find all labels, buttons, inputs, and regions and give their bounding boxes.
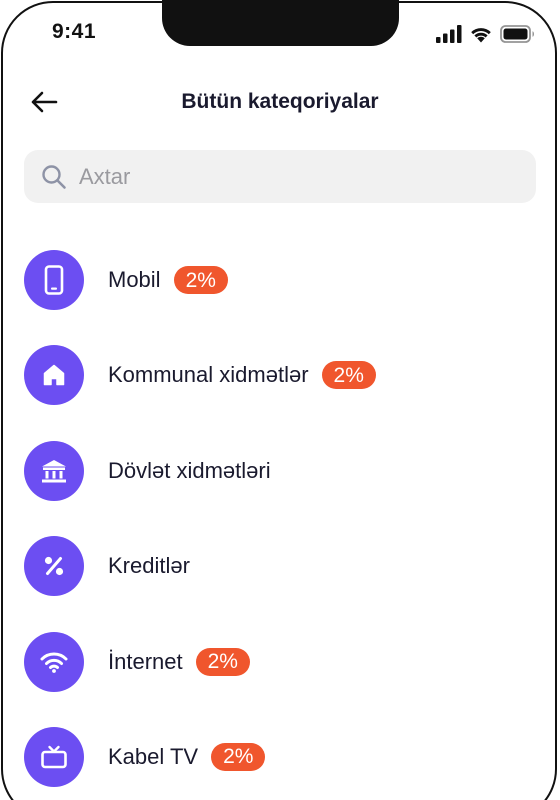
category-item-mobile[interactable]: Mobil 2%: [0, 250, 560, 345]
category-item-loans[interactable]: Kreditlər: [0, 536, 560, 631]
battery-icon: [500, 25, 534, 43]
category-label: Kommunal xidmətlər: [108, 362, 309, 388]
search-bar[interactable]: [24, 150, 536, 203]
category-list: Mobil 2% Kommunal xidmətlər 2% Dövlət xi…: [0, 250, 560, 800]
house-icon: [24, 345, 84, 406]
category-item-internet[interactable]: İnternet 2%: [0, 631, 560, 727]
search-icon: [41, 164, 67, 190]
status-time: 9:41: [52, 20, 97, 43]
cashback-badge: 2%: [321, 361, 376, 390]
wifi-status-icon: [471, 28, 491, 43]
cashback-badge: 2%: [173, 266, 228, 294]
cashback-badge: 2%: [195, 647, 250, 676]
category-item-cable-tv[interactable]: Kabel TV 2%: [0, 726, 560, 800]
percent-icon: [24, 536, 84, 597]
bank-building-icon: [24, 440, 84, 501]
category-item-government-services[interactable]: Dövlət xidmətləri: [0, 440, 560, 536]
category-item-utilities[interactable]: Kommunal xidmətlər 2%: [0, 345, 560, 440]
category-label: Dövlət xidmətləri: [108, 457, 271, 483]
phone-screen: 9:41 Bütün kateqoriyalar Axtar Mobil 2% …: [0, 0, 560, 800]
wifi-icon: [24, 631, 84, 692]
tv-icon: [24, 726, 84, 787]
cellular-signal-icon: [436, 25, 462, 43]
category-label: Kabel TV: [108, 743, 199, 769]
page-title: Bütün kateqoriyalar: [181, 90, 379, 113]
cashback-badge: 2%: [211, 742, 266, 771]
category-label: Kreditlər: [108, 553, 190, 579]
status-icons: [436, 24, 536, 44]
device-notch: [162, 0, 399, 46]
search-input[interactable]: [77, 155, 501, 198]
category-label: İnternet: [108, 648, 183, 674]
mobile-phone-icon: [24, 250, 84, 310]
category-label: Mobil: [108, 267, 161, 292]
